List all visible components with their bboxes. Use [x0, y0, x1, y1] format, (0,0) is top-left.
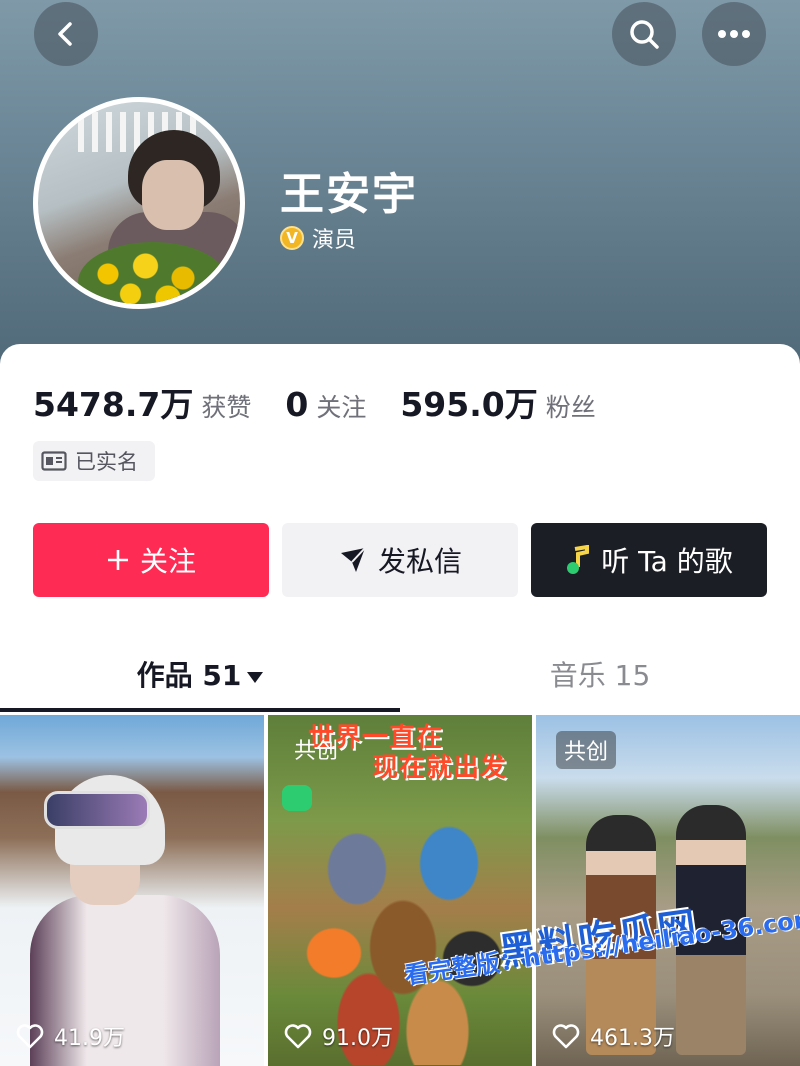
likes-row: 461.3万	[552, 1020, 675, 1052]
follow-button[interactable]: 关注	[33, 523, 269, 597]
realname-label: 已实名	[75, 450, 138, 474]
search-button[interactable]	[612, 2, 676, 66]
video-thumbnail[interactable]: 41.9万	[0, 715, 264, 1066]
video-overlay-subtitle: 现在就出发	[372, 753, 508, 783]
message-label: 发私信	[377, 545, 462, 578]
back-button[interactable]	[34, 2, 98, 66]
following-label[interactable]: 关注	[316, 388, 366, 424]
likes-count: 91.0万	[322, 1026, 393, 1051]
realname-tag: 已实名	[33, 441, 155, 481]
following-count[interactable]: 0	[285, 385, 308, 424]
followers-label[interactable]: 粉丝	[546, 388, 596, 424]
video-thumbnail[interactable]: 共创 461.3万	[536, 715, 800, 1066]
listen-music-button[interactable]: 听 Ta 的歌	[531, 523, 767, 597]
avatar[interactable]	[33, 97, 245, 309]
tab-music[interactable]: 音乐 15	[400, 654, 800, 694]
music-note-icon	[567, 545, 590, 574]
caret-down-icon	[247, 671, 264, 683]
sticker-icon	[282, 785, 312, 811]
likes-label: 获赞	[201, 393, 252, 422]
more-horizontal-icon	[718, 30, 750, 38]
avatar-face	[142, 160, 204, 230]
chevron-left-icon	[58, 22, 72, 46]
active-tab-indicator	[0, 708, 400, 712]
verified-label: 演员	[312, 228, 357, 253]
tab-works[interactable]: 作品 51	[0, 654, 400, 694]
profile-name: 王安宇	[280, 169, 418, 220]
more-button[interactable]	[702, 2, 766, 66]
likes-row: 41.9万	[16, 1020, 125, 1052]
id-card-icon	[41, 451, 67, 471]
follow-label: 关注	[139, 545, 196, 578]
tab-works-label: 作品 51	[136, 659, 242, 692]
video-grid: 41.9万 世界一直在 现在就出发 共创 91.0万 共创 461.3万	[0, 715, 800, 1066]
send-icon	[340, 547, 366, 572]
message-button[interactable]: 发私信	[282, 523, 518, 597]
likes-count: 461.3万	[590, 1026, 675, 1051]
heart-icon	[16, 1024, 44, 1049]
followers-count[interactable]: 595.0万	[400, 378, 537, 426]
heart-icon	[552, 1024, 580, 1049]
heart-icon	[284, 1024, 312, 1049]
verification-row: V 演员	[280, 222, 356, 254]
stats-row: 5478.7万 获赞 0 关注 595.0万 粉丝	[33, 378, 596, 426]
cocreate-badge: 共创	[556, 731, 616, 769]
likes-count: 5478.7万	[33, 385, 194, 424]
plus-icon	[107, 550, 128, 570]
likes-row: 91.0万	[284, 1020, 393, 1052]
likes-count: 41.9万	[54, 1026, 125, 1051]
content-tabs: 作品 51 音乐 15	[0, 640, 800, 712]
search-icon	[630, 20, 659, 49]
verified-badge-icon: V	[280, 226, 304, 250]
cocreate-badge: 共创	[294, 739, 339, 764]
video-thumbnail[interactable]: 世界一直在 现在就出发 共创 91.0万	[268, 715, 532, 1066]
music-label: 听 Ta 的歌	[601, 545, 733, 578]
